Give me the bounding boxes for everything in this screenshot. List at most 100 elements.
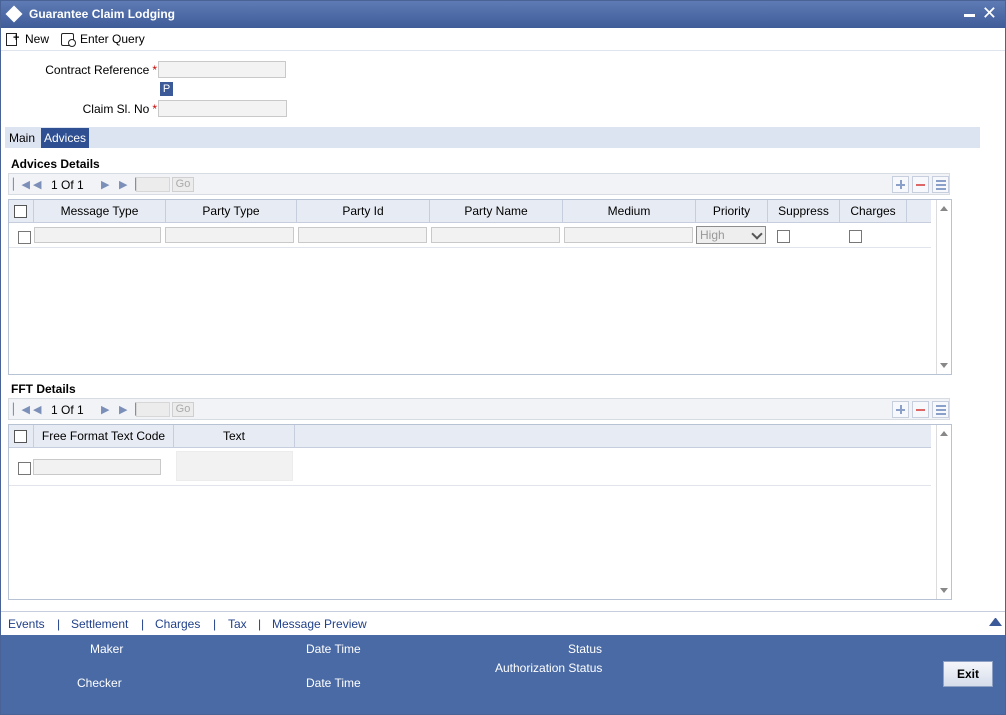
checker-date-time-label: Date Time (306, 676, 361, 690)
required-mark: * (152, 63, 157, 77)
advices-go-button[interactable]: Go (172, 177, 194, 192)
col-charges: Charges (840, 200, 907, 223)
party-type-input[interactable] (165, 227, 294, 243)
fft-grid: Free Format Text Code Text (8, 424, 952, 600)
scroll-down-icon[interactable] (940, 363, 948, 368)
medium-input[interactable] (564, 227, 693, 243)
app-diamond-icon (5, 5, 23, 23)
col-message-type: Message Type (34, 200, 166, 223)
message-preview-link[interactable]: Message Preview (272, 617, 367, 631)
previous-page-icon[interactable]: ◀ (33, 403, 41, 416)
required-mark: * (152, 102, 157, 116)
advices-pager: ▏◀ ◀ 1 Of 1 ▶ ▶▕ Go (8, 173, 950, 195)
charges-link[interactable]: Charges (155, 617, 200, 631)
events-link[interactable]: Events (8, 617, 45, 631)
first-page-icon[interactable]: ▏◀ (13, 178, 30, 191)
tab-strip: Main Advices (5, 127, 980, 148)
add-row-icon[interactable] (892, 176, 909, 193)
col-party-name: Party Name (430, 200, 563, 223)
p-button[interactable]: P (160, 82, 173, 96)
delete-row-icon[interactable] (912, 401, 929, 418)
select-all-checkbox[interactable] (14, 430, 27, 443)
exit-button[interactable]: Exit (943, 661, 993, 687)
first-page-icon[interactable]: ▏◀ (13, 403, 30, 416)
fft-pager: ▏◀ ◀ 1 Of 1 ▶ ▶▕ Go (8, 398, 950, 420)
scroll-down-icon[interactable] (940, 588, 948, 593)
contract-reference-input[interactable] (158, 61, 286, 78)
last-page-icon[interactable]: ▶▕ (119, 178, 136, 191)
suppress-checkbox[interactable] (777, 230, 790, 243)
title-bar: Guarantee Claim Lodging ✕ (1, 1, 1005, 28)
col-priority: Priority (696, 200, 768, 223)
advices-page-input[interactable] (136, 177, 170, 192)
checker-label: Checker (77, 676, 122, 690)
scroll-up-icon[interactable] (940, 206, 948, 211)
tax-link[interactable]: Tax (228, 617, 247, 631)
charges-checkbox[interactable] (849, 230, 862, 243)
new-document-icon (5, 32, 21, 46)
tab-advices[interactable]: Advices (41, 128, 90, 148)
collapse-up-icon[interactable] (989, 615, 1002, 626)
close-icon[interactable]: ✕ (982, 3, 997, 23)
col-free-format-text-code: Free Format Text Code (34, 425, 174, 448)
row-select-checkbox[interactable] (18, 462, 31, 475)
guarantee-claim-lodging-window: Guarantee Claim Lodging ✕ New Enter Quer… (0, 0, 1006, 715)
previous-page-icon[interactable]: ◀ (33, 178, 41, 191)
chevron-down-icon (751, 228, 763, 240)
new-button-label: New (25, 32, 50, 46)
query-icon (60, 32, 76, 47)
window-title: Guarantee Claim Lodging (29, 7, 176, 21)
single-view-icon[interactable] (932, 401, 949, 418)
enter-query-button[interactable]: Enter Query (60, 29, 145, 49)
single-view-icon[interactable] (932, 176, 949, 193)
settlement-link[interactable]: Settlement (71, 617, 128, 631)
row-select-checkbox[interactable] (18, 231, 31, 244)
add-row-icon[interactable] (892, 401, 909, 418)
footer-link-bar: Events | Settlement | Charges | Tax | Me… (1, 611, 1005, 635)
claim-sl-no-input[interactable] (158, 100, 287, 117)
fft-grid-scrollbar[interactable] (936, 425, 951, 599)
message-type-input[interactable] (34, 227, 161, 243)
advices-page-number: 1 (51, 178, 58, 192)
next-page-icon[interactable]: ▶ (101, 403, 109, 416)
next-page-icon[interactable]: ▶ (101, 178, 109, 191)
authorization-status-label: Authorization Status (495, 661, 603, 675)
tab-main[interactable]: Main (6, 128, 39, 148)
contract-reference-text: Contract Reference (45, 63, 150, 77)
fft-of-label: Of (61, 403, 74, 417)
link-separator: | (213, 617, 217, 631)
priority-select[interactable]: High (696, 226, 766, 244)
advices-page-indicator: 1 Of 1 (51, 178, 84, 192)
fft-page-input[interactable] (136, 402, 170, 417)
fft-page-number: 1 (51, 403, 58, 417)
scroll-up-icon[interactable] (940, 431, 948, 436)
enter-query-label: Enter Query (80, 32, 145, 46)
table-row (9, 449, 931, 486)
text-input[interactable] (176, 451, 293, 481)
party-name-input[interactable] (431, 227, 560, 243)
new-button[interactable]: New (5, 29, 49, 49)
advices-grid: Message Type Party Type Party Id Party N… (8, 199, 952, 375)
col-party-id: Party Id (297, 200, 430, 223)
table-row: High (9, 224, 931, 248)
last-page-icon[interactable]: ▶▕ (119, 403, 136, 416)
party-id-input[interactable] (298, 227, 427, 243)
select-all-cell (9, 200, 34, 223)
col-suppress: Suppress (768, 200, 840, 223)
link-separator: | (258, 617, 262, 631)
toolbar: New Enter Query (1, 28, 1005, 51)
fft-page-indicator: 1 Of 1 (51, 403, 84, 417)
col-text: Text (174, 425, 295, 448)
advices-grid-header: Message Type Party Type Party Id Party N… (9, 200, 931, 223)
status-label: Status (568, 642, 603, 656)
claim-sl-no-label: Claim Sl. No * (21, 102, 157, 116)
minimize-icon[interactable] (964, 14, 975, 17)
free-format-text-code-input[interactable] (33, 459, 161, 475)
select-all-checkbox[interactable] (14, 205, 27, 218)
maker-label: Maker (90, 642, 124, 656)
delete-row-icon[interactable] (912, 176, 929, 193)
advices-grid-scrollbar[interactable] (936, 200, 951, 374)
audit-status-bar: Maker Date Time Status Authorization Sta… (1, 635, 1005, 714)
fft-details-title: FFT Details (11, 382, 76, 396)
fft-go-button[interactable]: Go (172, 402, 194, 417)
